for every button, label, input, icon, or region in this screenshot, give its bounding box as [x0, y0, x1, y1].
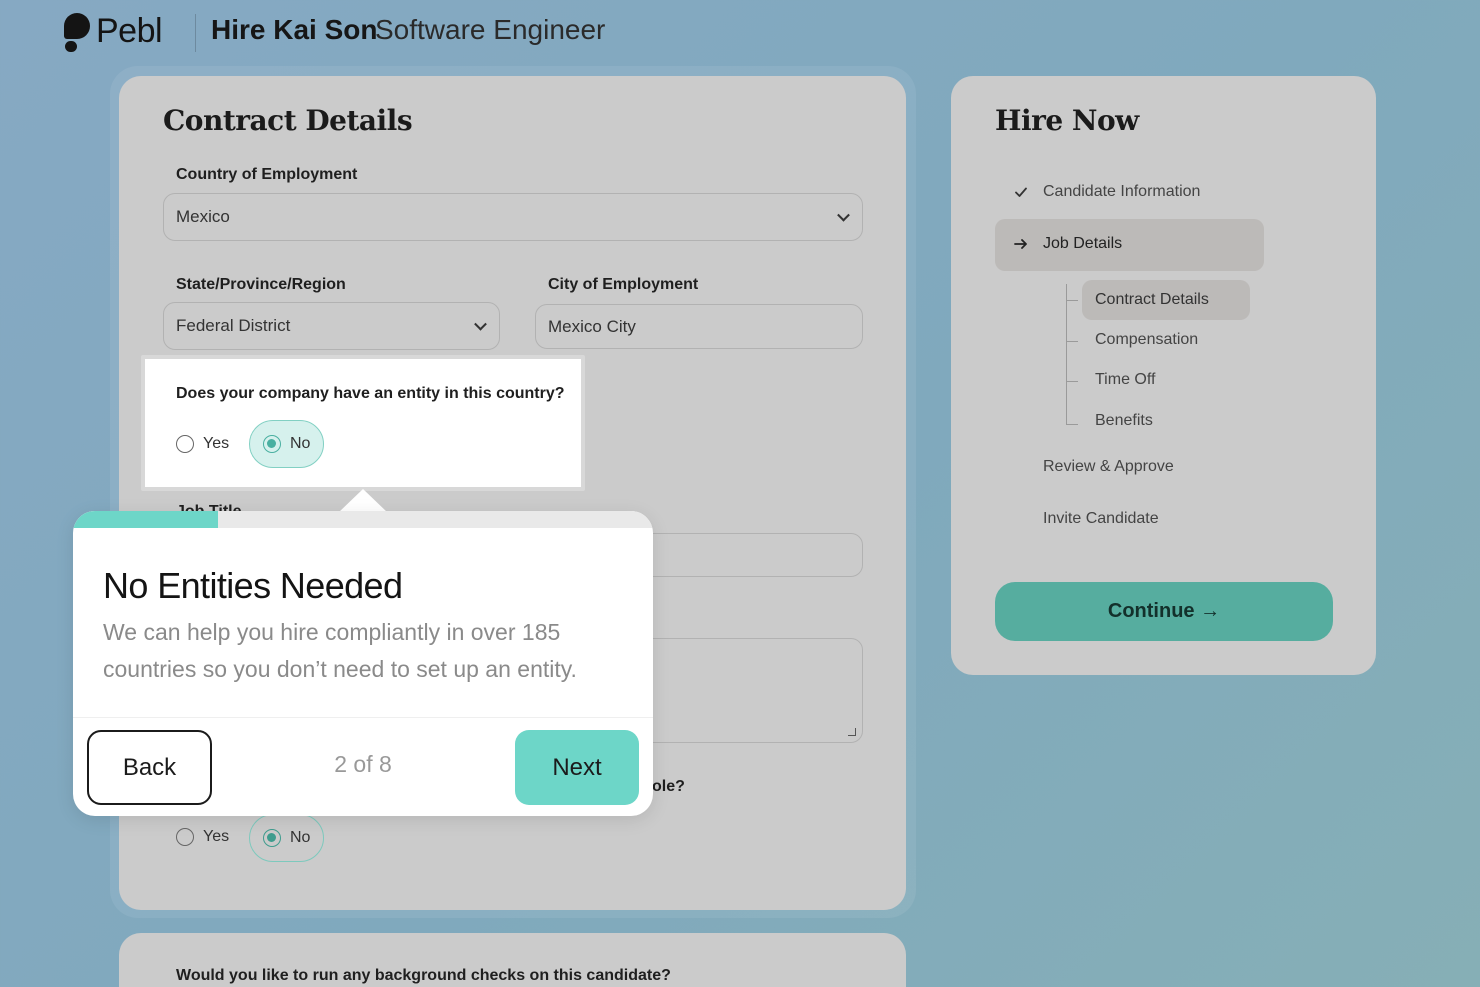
country-select[interactable]: Mexico — [163, 193, 863, 241]
step-label: Job Details — [1043, 235, 1123, 252]
step-counter: 2 of 8 — [334, 751, 392, 777]
contract-title: Contract Details — [163, 104, 413, 137]
substep-contract-details[interactable]: Contract Details — [1095, 291, 1209, 309]
radio-unselected-icon — [176, 435, 194, 453]
pebl-logo[interactable]: Pebl — [64, 12, 163, 52]
tour-progress-track — [73, 511, 653, 528]
step-review-approve[interactable]: Review & Approve — [1043, 458, 1174, 476]
step-job-details[interactable]: Job Details — [1013, 235, 1122, 253]
state-select[interactable]: Federal District — [163, 302, 500, 350]
radio-label: Yes — [203, 828, 230, 845]
background-check-question: Would you like to run any background che… — [176, 967, 671, 984]
back-button[interactable]: Back — [87, 730, 212, 805]
page-title: Hire Kai Son — [211, 14, 378, 45]
hire-now-title: Hire Now — [995, 104, 1139, 137]
popover-divider — [73, 717, 653, 718]
step-invite-candidate[interactable]: Invite Candidate — [1043, 510, 1159, 528]
substep-tree-branch — [1066, 424, 1078, 425]
substep-tree-branch — [1066, 341, 1078, 342]
popover-title: No Entities Needed — [103, 565, 403, 606]
entity-radio-no[interactable]: No — [249, 420, 325, 468]
logo-text: Pebl — [96, 12, 163, 50]
substep-tree-branch — [1066, 300, 1078, 301]
radio-unselected-icon — [176, 828, 194, 846]
second-radio-yes[interactable]: Yes — [176, 828, 229, 846]
entity-radio-yes[interactable]: Yes — [176, 435, 229, 453]
substep-tree-line — [1066, 284, 1067, 425]
entity-question-highlight — [141, 355, 585, 491]
radio-selected-icon — [263, 829, 281, 847]
popover-arrow — [338, 489, 388, 513]
city-label: City of Employment — [548, 276, 699, 293]
entity-question-label: Does your company have an entity in this… — [176, 385, 565, 402]
header-divider — [195, 14, 196, 52]
continue-button[interactable]: Continue → — [995, 582, 1333, 641]
chevron-down-icon — [837, 208, 850, 222]
popover-body: We can help you hire compliantly in over… — [103, 619, 577, 682]
substep-compensation[interactable]: Compensation — [1095, 331, 1198, 349]
candidate-role: Software Engineer — [375, 14, 606, 45]
step-label: Candidate Information — [1043, 183, 1201, 200]
pebl-logo-icon — [64, 12, 90, 52]
city-value: Mexico City — [548, 316, 636, 336]
country-value: Mexico — [176, 207, 230, 226]
next-button[interactable]: Next — [515, 730, 639, 805]
city-input[interactable]: Mexico City — [535, 304, 863, 349]
onboarding-popover: No Entities Needed We can help you hire … — [73, 511, 653, 816]
state-value: Federal District — [176, 316, 291, 335]
tour-progress-fill — [73, 511, 218, 528]
radio-selected-icon — [263, 435, 281, 453]
substep-benefits[interactable]: Benefits — [1095, 412, 1153, 430]
radio-label: Yes — [203, 435, 230, 452]
step-candidate-information[interactable]: Candidate Information — [1013, 183, 1200, 201]
arrow-right-icon — [1014, 239, 1027, 249]
resize-handle-icon[interactable] — [848, 728, 856, 736]
check-icon — [1015, 187, 1027, 197]
country-label: Country of Employment — [176, 166, 358, 183]
substep-time-off[interactable]: Time Off — [1095, 371, 1155, 389]
radio-label: No — [290, 435, 311, 452]
chevron-down-icon — [474, 317, 487, 331]
substep-tree-branch — [1066, 381, 1078, 382]
radio-label: No — [290, 829, 311, 846]
state-label: State/Province/Region — [176, 276, 346, 293]
second-radio-no[interactable]: No — [249, 814, 325, 862]
second-question-label: ole? — [652, 778, 685, 795]
